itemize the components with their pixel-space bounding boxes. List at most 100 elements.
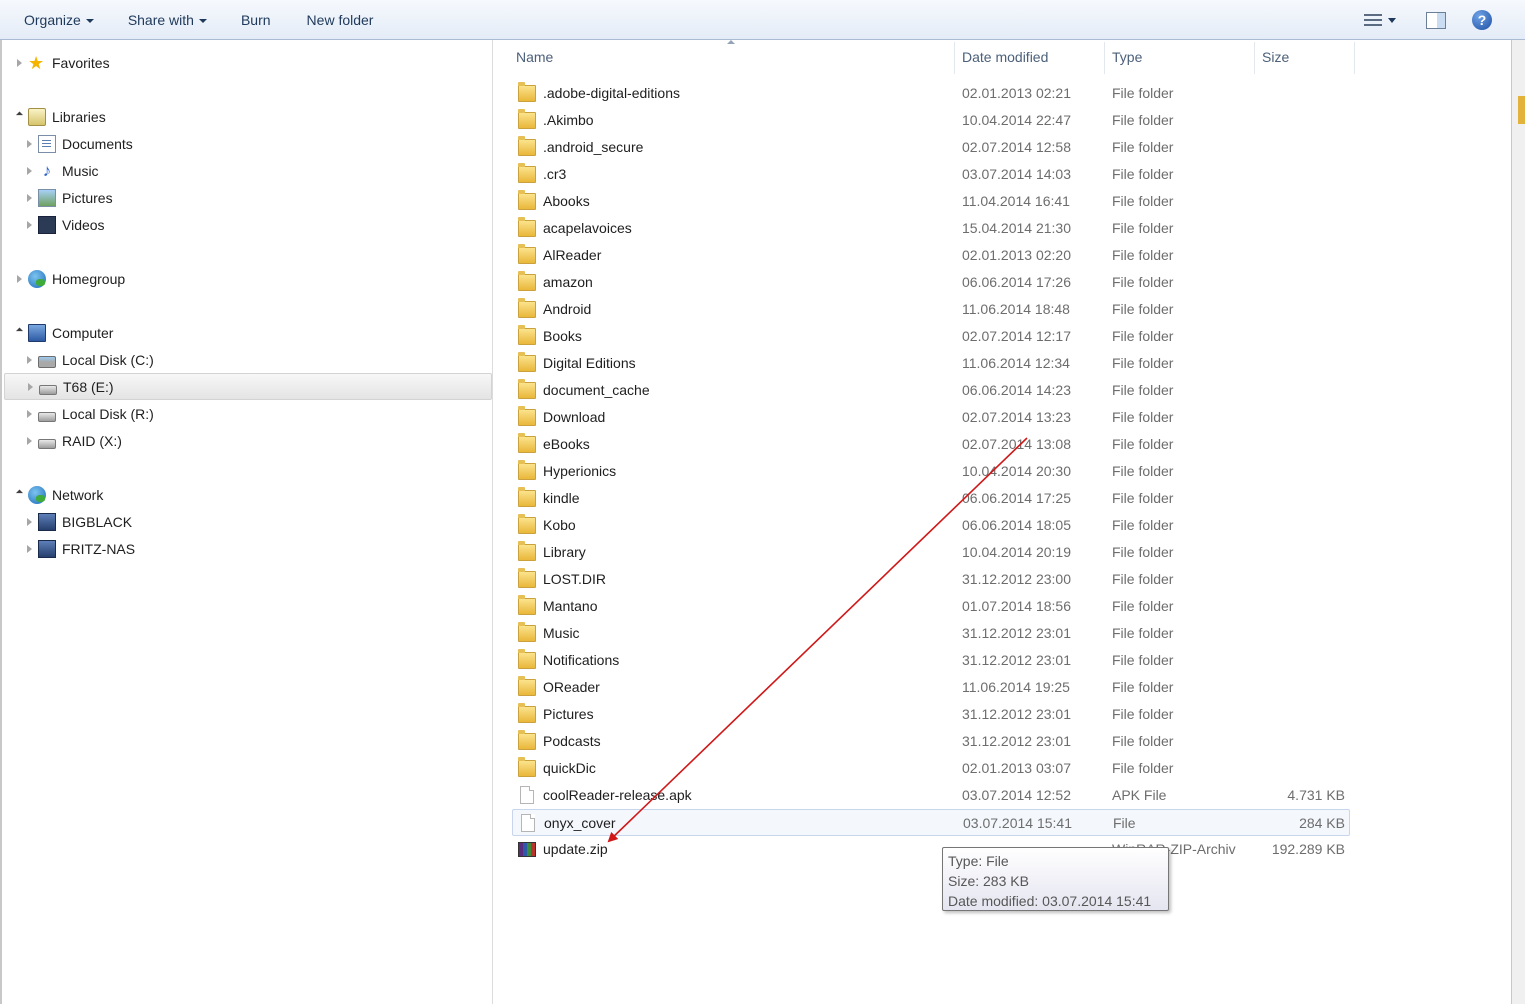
folder-icon (518, 379, 536, 399)
file-row[interactable]: update.zip WinRAR-ZIP-Archiv 192.289 KB (512, 836, 1349, 863)
nav-item-fritz-nas[interactable]: FRITZ-NAS (24, 535, 135, 562)
file-row[interactable]: Pictures 31.12.2012 23:01 File folder (512, 701, 1349, 728)
file-date-modified: 31.12.2012 23:01 (962, 652, 1071, 668)
nav-item-documents[interactable]: Documents (24, 130, 133, 157)
file-row[interactable]: amazon 06.06.2014 17:26 File folder (512, 269, 1349, 296)
new-folder-button[interactable]: New folder (295, 0, 386, 40)
help-icon[interactable]: ? (1472, 10, 1492, 30)
organize-menu-button[interactable]: Organize (12, 0, 106, 40)
file-name: Library (543, 544, 586, 560)
file-row[interactable]: Music 31.12.2012 23:01 File folder (512, 620, 1349, 647)
file-name: document_cache (543, 382, 650, 398)
file-row[interactable]: Hyperionics 10.04.2014 20:30 File folder (512, 458, 1349, 485)
expand-arrow-icon[interactable] (14, 58, 24, 68)
file-row[interactable]: eBooks 02.07.2014 13:08 File folder (512, 431, 1349, 458)
file-row[interactable]: Download 02.07.2014 13:23 File folder (512, 404, 1349, 431)
file-row[interactable]: Podcasts 31.12.2012 23:01 File folder (512, 728, 1349, 755)
file-date-modified: 10.04.2014 22:47 (962, 112, 1071, 128)
file-type: File folder (1112, 652, 1174, 668)
file-type: File folder (1112, 625, 1174, 641)
share-with-menu-button[interactable]: Share with (116, 0, 219, 40)
file-type: File folder (1112, 112, 1174, 128)
folder-icon (518, 514, 536, 534)
collapse-arrow-icon[interactable] (14, 112, 24, 122)
file-date-modified: 02.01.2013 02:20 (962, 247, 1071, 263)
preview-pane-icon[interactable] (1426, 11, 1446, 29)
file-row[interactable]: .cr3 03.07.2014 14:03 File folder (512, 161, 1349, 188)
column-header-size[interactable]: Size (1254, 40, 1354, 76)
file-row[interactable]: quickDic 02.01.2013 03:07 File folder (512, 755, 1349, 782)
expand-arrow-icon[interactable] (24, 544, 34, 554)
file-row[interactable]: OReader 11.06.2014 19:25 File folder (512, 674, 1349, 701)
file-row[interactable]: Digital Editions 11.06.2014 12:34 File fol… (512, 350, 1349, 377)
expand-arrow-icon[interactable] (24, 220, 34, 230)
file-row[interactable]: Library 10.04.2014 20:19 File folder (512, 539, 1349, 566)
nav-item-pictures[interactable]: Pictures (24, 184, 113, 211)
nav-item-raid[interactable]: RAID (X:) (24, 427, 122, 454)
expand-arrow-icon[interactable] (24, 139, 34, 149)
nav-item-t68-drive[interactable]: T68 (E:) (4, 373, 492, 400)
column-header-name[interactable]: Name (508, 40, 954, 76)
file-date-modified: 06.06.2014 17:26 (962, 274, 1071, 290)
nav-item-homegroup[interactable]: Homegroup (14, 265, 125, 292)
nav-label: FRITZ-NAS (62, 540, 136, 557)
videos-icon (38, 215, 56, 234)
file-row[interactable]: Mantano 01.07.2014 18:56 File folder (512, 593, 1349, 620)
expand-arrow-icon[interactable] (24, 193, 34, 203)
file-type: File folder (1112, 301, 1174, 317)
column-header-type[interactable]: Type (1104, 40, 1254, 76)
file-name: Download (543, 409, 606, 425)
column-divider[interactable] (1354, 42, 1355, 74)
more-views-chevron-icon[interactable] (1388, 17, 1396, 23)
nav-item-network[interactable]: Network (14, 481, 103, 508)
documents-icon (38, 134, 56, 153)
file-row[interactable]: onyx_cover 03.07.2014 15:41 File 284 KB (512, 809, 1350, 836)
file-name: Digital Editions (543, 355, 636, 371)
drive-icon (38, 438, 56, 449)
file-row[interactable]: .adobe-digital-editions 02.01.2013 02:21 F… (512, 80, 1349, 107)
nav-item-computer[interactable]: Computer (14, 319, 113, 346)
file-date-modified: 02.01.2013 03:07 (962, 760, 1071, 776)
file-row[interactable]: Notifications 31.12.2012 23:01 File folder (512, 647, 1349, 674)
file-date-modified: 10.04.2014 20:19 (962, 544, 1071, 560)
file-row[interactable]: AlReader 02.01.2013 02:20 File folder (512, 242, 1349, 269)
expand-arrow-icon[interactable] (14, 274, 24, 284)
file-name: Notifications (543, 652, 620, 668)
expand-arrow-icon[interactable] (24, 409, 34, 419)
expand-arrow-icon[interactable] (24, 517, 34, 527)
expand-arrow-icon[interactable] (24, 436, 34, 446)
nav-item-favorites[interactable]: ★ Favorites (14, 49, 110, 76)
file-row[interactable]: acapelavoices 15.04.2014 21:30 File folder (512, 215, 1349, 242)
file-row[interactable]: Abooks 11.04.2014 16:41 File folder (512, 188, 1349, 215)
file-row[interactable]: Kobo 06.06.2014 18:05 File folder (512, 512, 1349, 539)
navigation-pane: ★ Favorites Libraries Documents ♪ Music … (0, 40, 493, 1004)
nav-item-local-disk-c[interactable]: Local Disk (C:) (24, 346, 154, 373)
nav-item-local-disk-r[interactable]: Local Disk (R:) (24, 400, 154, 427)
burn-button[interactable]: Burn (229, 0, 283, 40)
column-header-date-modified[interactable]: Date modified (954, 40, 1104, 76)
nav-item-music[interactable]: ♪ Music (24, 157, 99, 184)
expand-arrow-icon[interactable] (24, 355, 34, 365)
file-row[interactable]: Android 11.06.2014 18:48 File folder (512, 296, 1349, 323)
file-row[interactable]: LOST.DIR 31.12.2012 23:00 File folder (512, 566, 1349, 593)
folder-icon (518, 271, 536, 291)
collapse-arrow-icon[interactable] (14, 328, 24, 338)
nav-item-videos[interactable]: Videos (24, 211, 105, 238)
file-type: File folder (1112, 328, 1174, 344)
nav-item-bigblack[interactable]: BIGBLACK (24, 508, 132, 535)
file-name: onyx_cover (544, 815, 616, 831)
change-view-icon[interactable] (1364, 13, 1382, 27)
collapse-arrow-icon[interactable] (14, 490, 24, 500)
file-row[interactable]: document_cache 06.06.2014 14:23 File folde… (512, 377, 1349, 404)
expand-arrow-icon[interactable] (25, 382, 35, 392)
file-row[interactable]: coolReader-release.apk 03.07.2014 12:52 AP… (512, 782, 1349, 809)
file-row[interactable]: Books 02.07.2014 12:17 File folder (512, 323, 1349, 350)
file-row[interactable]: kindle 06.06.2014 17:25 File folder (512, 485, 1349, 512)
file-row[interactable]: .android_secure 02.07.2014 12:58 File fold… (512, 134, 1349, 161)
folder-icon (518, 109, 536, 129)
file-date-modified: 01.07.2014 18:56 (962, 598, 1071, 614)
file-name: coolReader-release.apk (543, 787, 692, 803)
nav-item-libraries[interactable]: Libraries (14, 103, 106, 130)
expand-arrow-icon[interactable] (24, 166, 34, 176)
file-row[interactable]: .Akimbo 10.04.2014 22:47 File folder (512, 107, 1349, 134)
